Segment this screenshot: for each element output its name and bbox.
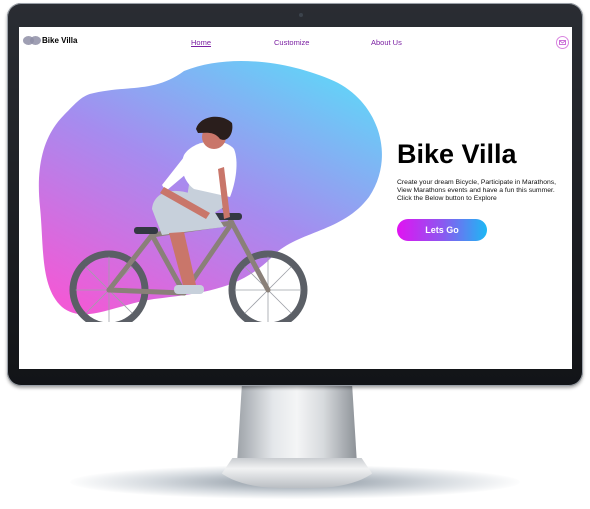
hero-description: Create your dream Bicycle, Participate i… xyxy=(397,179,557,202)
nav-home[interactable]: Home xyxy=(191,38,211,47)
lets-go-button[interactable]: Lets Go xyxy=(397,219,487,241)
cyclist-illustration xyxy=(38,60,382,322)
camera-icon xyxy=(299,13,303,17)
nav-about-us[interactable]: About Us xyxy=(371,38,402,47)
monitor-stand-neck xyxy=(237,386,357,464)
logo-icon[interactable] xyxy=(23,36,43,45)
mail-button[interactable] xyxy=(556,36,569,49)
website-screen: Bike Villa Home Customize About Us Bike … xyxy=(19,27,572,369)
mail-icon xyxy=(559,40,566,45)
hero-title: Bike Villa xyxy=(397,139,517,169)
brand-name[interactable]: Bike Villa xyxy=(42,36,77,45)
nav-customize[interactable]: Customize xyxy=(274,38,309,47)
